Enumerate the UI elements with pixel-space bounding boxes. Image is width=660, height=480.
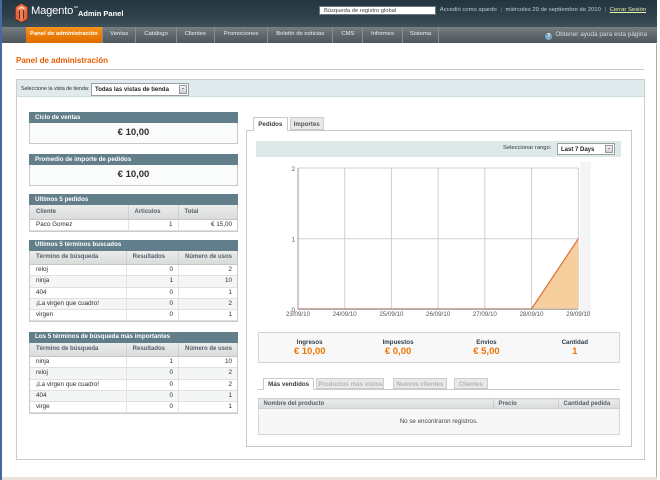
svg-text:23/09/10: 23/09/10 — [286, 311, 311, 318]
svg-text:29/09/10: 29/09/10 — [566, 311, 591, 318]
svg-text:2: 2 — [292, 166, 296, 173]
svg-text:25/09/10: 25/09/10 — [379, 311, 404, 318]
svg-text:1: 1 — [292, 237, 296, 244]
svg-text:27/09/10: 27/09/10 — [473, 311, 498, 318]
svg-text:28/09/10: 28/09/10 — [519, 311, 544, 318]
svg-text:24/09/10: 24/09/10 — [333, 311, 358, 318]
svg-text:26/09/10: 26/09/10 — [426, 311, 451, 318]
